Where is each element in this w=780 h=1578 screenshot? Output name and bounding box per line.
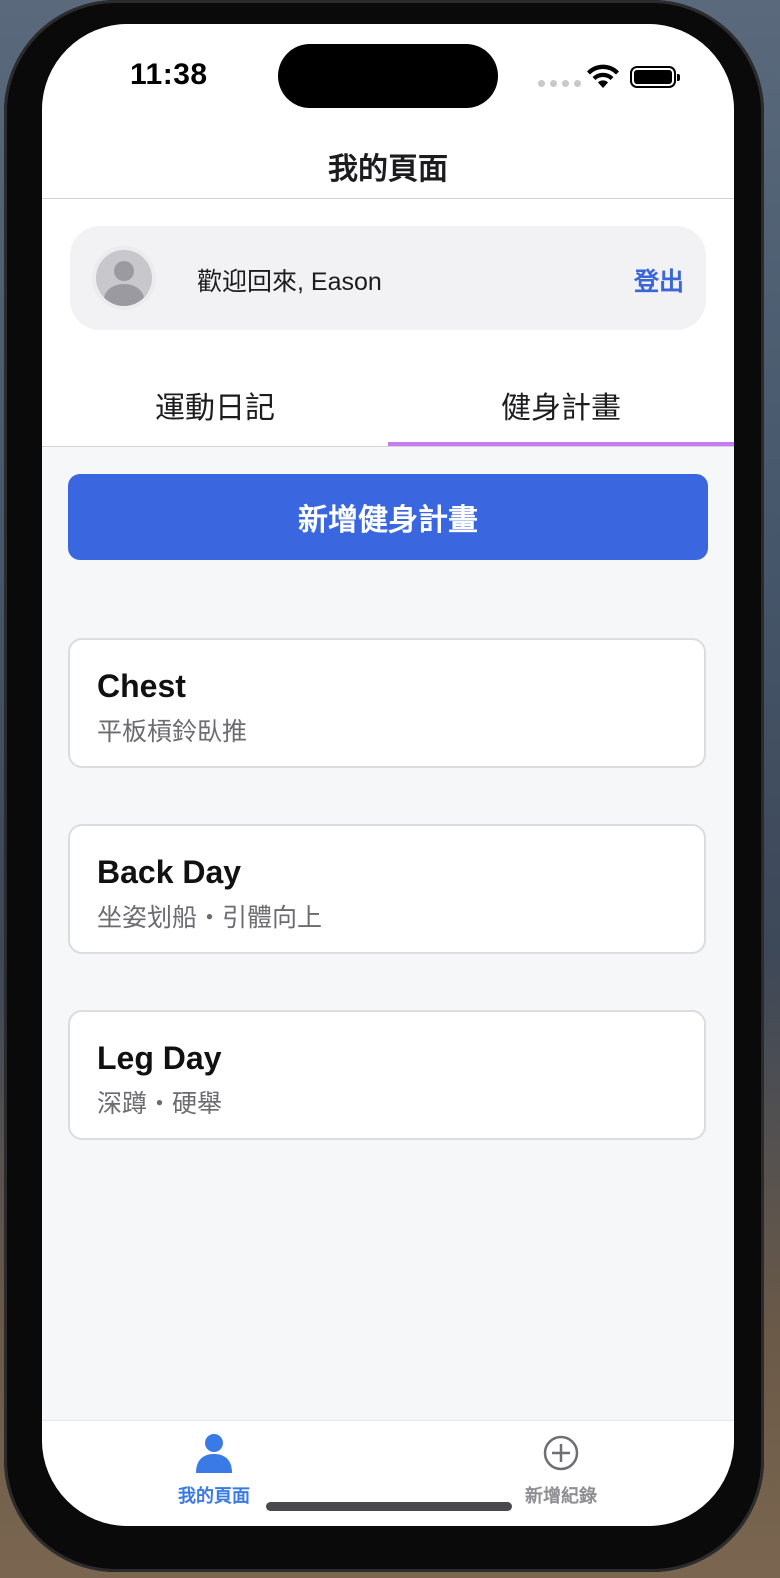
plan-name: Chest (97, 668, 186, 704)
screen: 11:38 我的頁面 歡迎回來, Eason 登出 運動日記 健身計畫 新增健身… (42, 24, 734, 1526)
tabbar-item-my-page[interactable]: 我的頁面 (124, 1433, 304, 1508)
main-content: 歡迎回來, Eason 登出 運動日記 健身計畫 新增健身計畫 Chest 平板… (42, 199, 734, 1421)
plan-exercises: 平板槓鈴臥推 (97, 718, 248, 746)
add-plan-button[interactable]: 新增健身計畫 (68, 474, 708, 560)
home-indicator (266, 1502, 512, 1511)
plan-card-back-day[interactable]: Back Day 坐姿划船・引體向上 (68, 824, 706, 954)
avatar (96, 250, 152, 306)
plan-name: Leg Day (97, 1040, 222, 1076)
plan-card-chest[interactable]: Chest 平板槓鈴臥推 (68, 638, 706, 768)
navigation-bar: 我的頁面 (42, 134, 734, 199)
segment-tabs: 運動日記 健身計畫 (42, 359, 734, 447)
person-icon (196, 1434, 232, 1473)
plan-card-leg-day[interactable]: Leg Day 深蹲・硬舉 (68, 1010, 706, 1140)
plus-circle-icon (543, 1435, 579, 1471)
dynamic-island (278, 44, 498, 108)
page-title: 我的頁面 (328, 153, 448, 186)
phone-frame: 11:38 我的頁面 歡迎回來, Eason 登出 運動日記 健身計畫 新增健身… (4, 0, 764, 1572)
status-time: 11:38 (130, 58, 208, 91)
plan-exercises: 深蹲・硬舉 (97, 1090, 223, 1118)
plan-name: Back Day (97, 854, 242, 890)
tab-workout-diary[interactable]: 運動日記 (42, 359, 388, 446)
status-bar: 11:38 (42, 24, 734, 134)
tabbar-item-add-record[interactable]: 新增紀錄 (471, 1433, 651, 1508)
wifi-icon (587, 64, 619, 88)
logout-button[interactable]: 登出 (634, 262, 684, 298)
welcome-text: 歡迎回來, Eason (197, 268, 382, 296)
profile-card: 歡迎回來, Eason 登出 (70, 226, 706, 330)
tab-fitness-plan[interactable]: 健身計畫 (388, 359, 734, 446)
profile-section: 歡迎回來, Eason 登出 運動日記 健身計畫 (42, 199, 734, 447)
battery-icon (630, 66, 680, 88)
plan-exercises: 坐姿划船・引體向上 (97, 904, 323, 932)
cellular-signal-icon (538, 80, 581, 87)
